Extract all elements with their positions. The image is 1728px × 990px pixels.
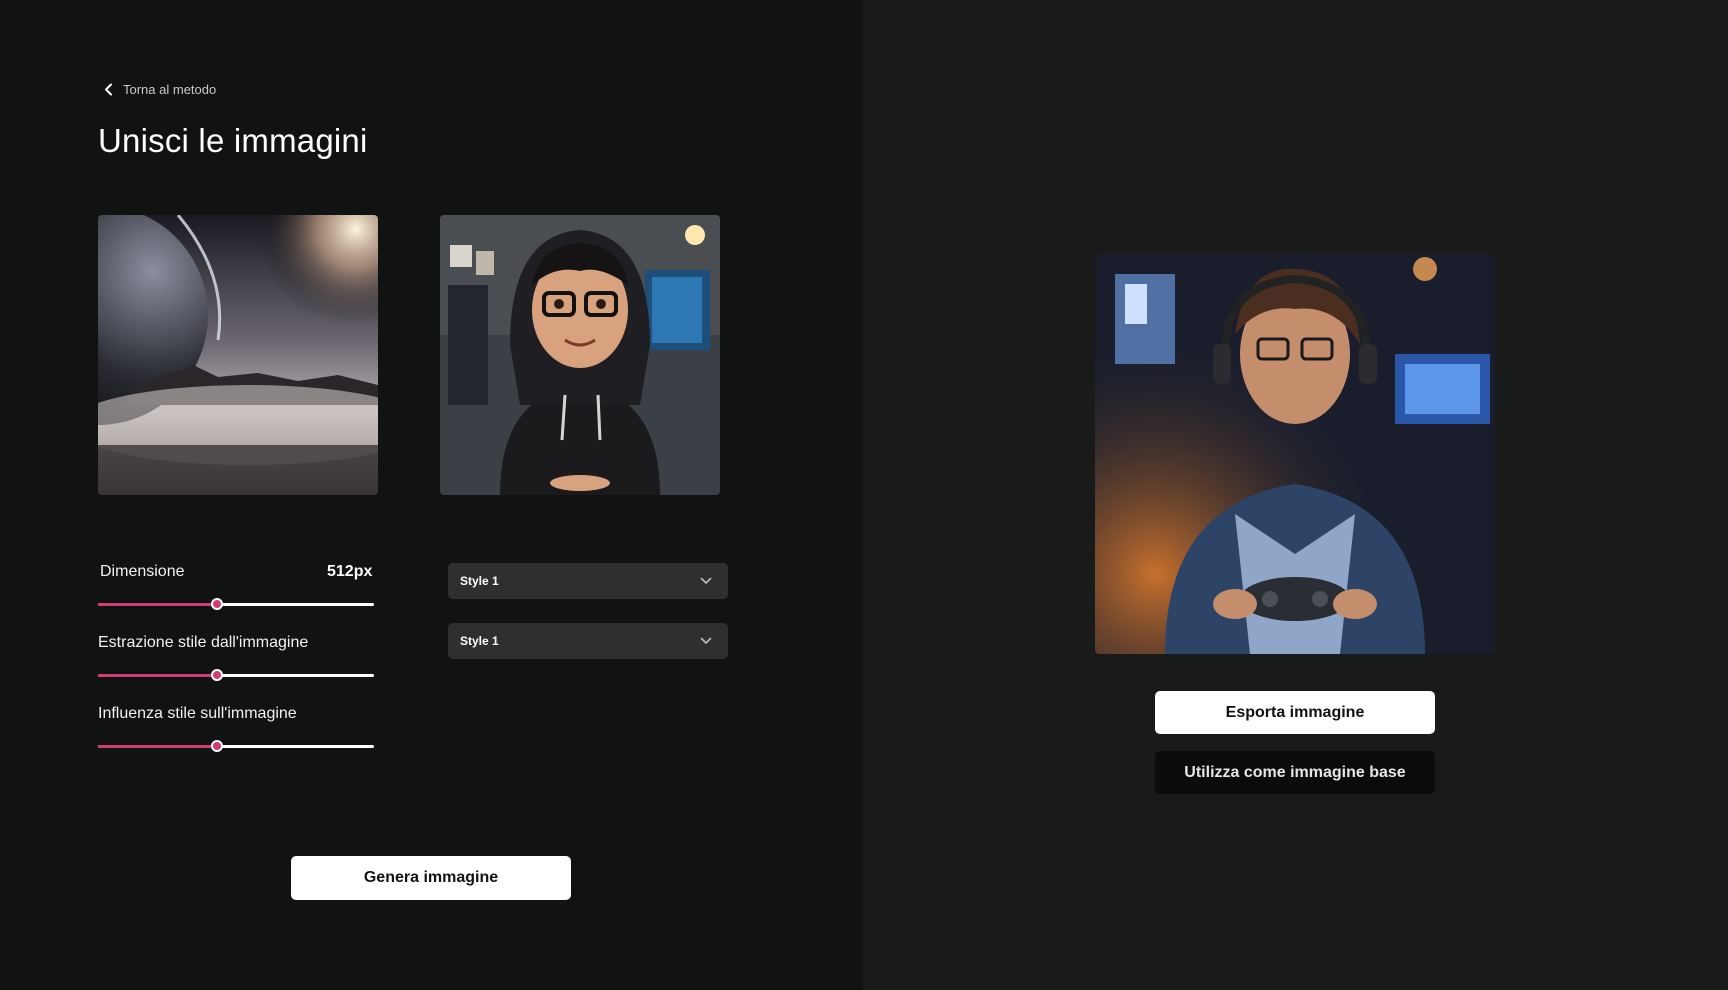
result-image[interactable] (1095, 254, 1495, 654)
dimension-label: Dimensione (100, 563, 185, 580)
slider-fill (98, 674, 217, 677)
style-select-2-value: Style 1 (460, 634, 499, 648)
style-extraction-label: Estrazione stile dall'immagine (98, 634, 309, 651)
slider-fill (98, 603, 217, 606)
slider-handle[interactable] (210, 598, 223, 610)
style-select-1[interactable]: Style 1 (448, 563, 728, 599)
style-influence-label: Influenza stile sull'immagine (98, 705, 297, 722)
slider-handle[interactable] (210, 669, 223, 681)
style-extraction-slider[interactable] (98, 669, 374, 681)
slider-handle[interactable] (210, 740, 223, 752)
generate-button[interactable]: Genera immagine (291, 856, 571, 900)
use-as-base-button[interactable]: Utilizza come immagine base (1155, 751, 1435, 794)
dimension-value: 512px (327, 563, 373, 580)
export-button[interactable]: Esporta immagine (1155, 691, 1435, 734)
slider-fill (98, 745, 217, 748)
page-title: Unisci le immagini (98, 122, 368, 159)
back-link-label: Torna al metodo (123, 82, 217, 97)
source-image-1[interactable] (98, 215, 378, 495)
chevron-down-icon (700, 574, 712, 588)
style-influence-slider[interactable] (98, 740, 374, 752)
chevron-down-icon (700, 634, 712, 648)
image-merge-app: Torna al metodo Unisci le immagini Dimen… (0, 0, 1728, 990)
back-link[interactable]: Torna al metodo (104, 82, 216, 97)
dimension-slider[interactable] (98, 598, 374, 610)
editor-panel: Torna al metodo Unisci le immagini Dimen… (0, 0, 863, 990)
source-image-2[interactable] (440, 215, 720, 495)
style-select-2[interactable]: Style 1 (448, 623, 728, 659)
style-select-1-value: Style 1 (460, 574, 499, 588)
chevron-left-icon (104, 83, 113, 96)
